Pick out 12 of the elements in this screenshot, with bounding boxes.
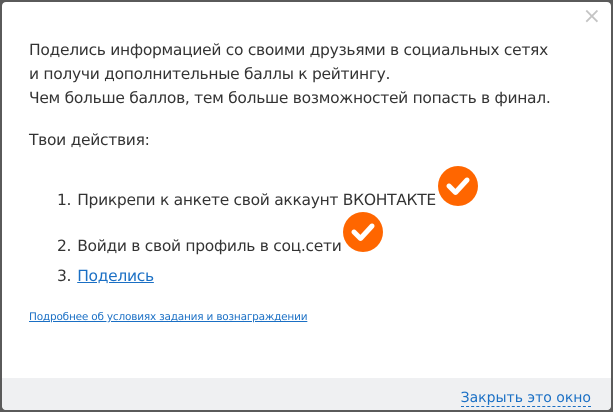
step-number: 2.: [57, 236, 72, 257]
intro-text: и получи дополнительные баллы к рейтингу.: [29, 64, 392, 85]
step-number: 1.: [57, 190, 72, 211]
actions-heading: Твои действия:: [29, 130, 151, 151]
step-text: Прикрепи к анкете свой аккаунт ВКОНТАКТЕ: [77, 190, 436, 211]
details-link[interactable]: Подробнее об условиях задания и вознаграждении: [29, 310, 308, 326]
intro-text: Поделись информацией со своими друзьями в социальных сетях: [29, 40, 549, 61]
share-link[interactable]: Поделись: [77, 264, 154, 288]
step-number: 3.: [57, 266, 72, 287]
close-window-link[interactable]: Закрыть это окно: [460, 390, 591, 406]
step-text: Войди в свой профиль в соц.сети: [77, 236, 342, 257]
intro-text: Чем больше баллов, тем больше возможностей попасть в финал.: [29, 88, 552, 109]
